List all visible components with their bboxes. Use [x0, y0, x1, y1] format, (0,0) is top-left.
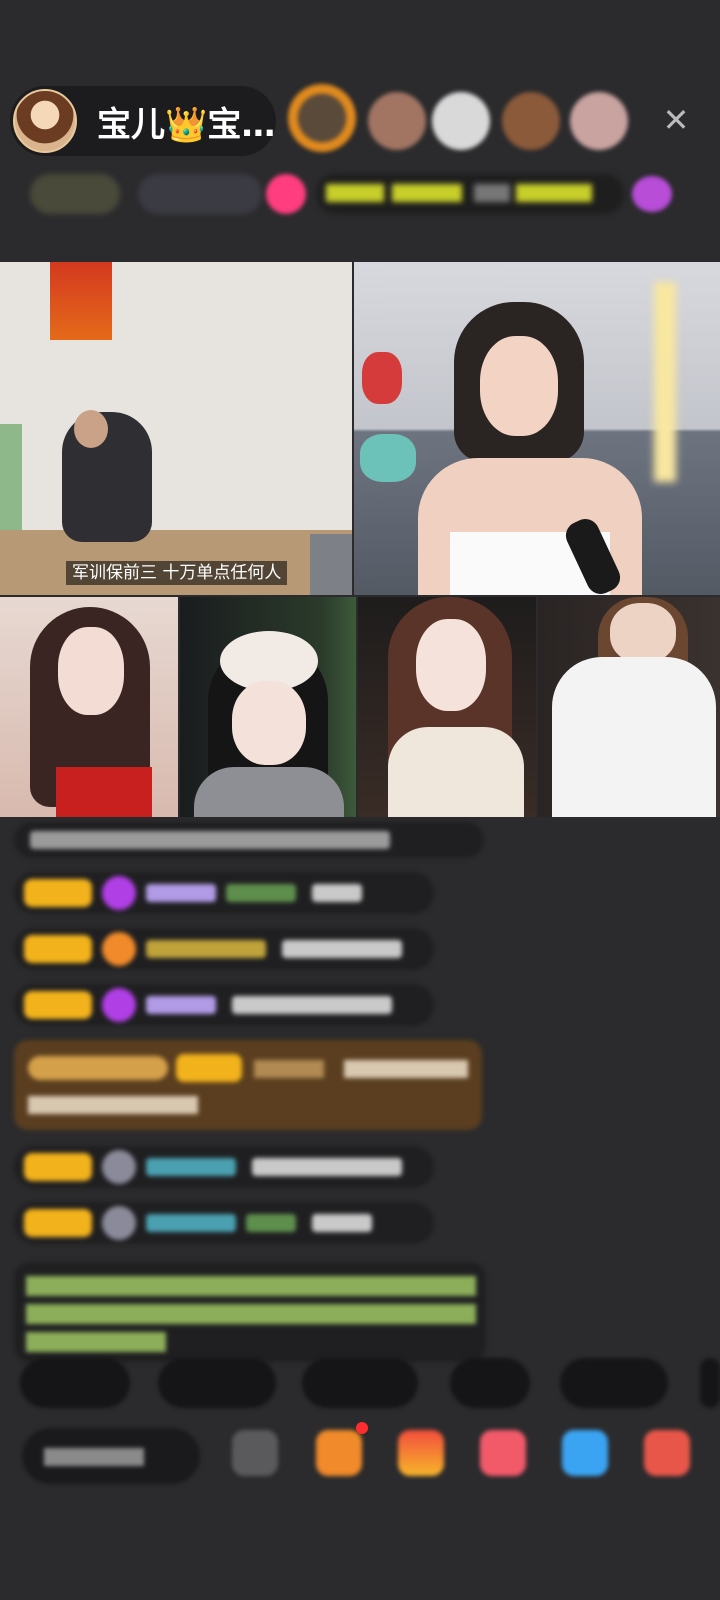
- activity-icon[interactable]: [632, 176, 672, 212]
- streamer-face: [58, 627, 124, 715]
- streamer-face: [232, 681, 306, 765]
- gem-icon: [102, 1206, 136, 1240]
- video-tile-guest-1[interactable]: [354, 262, 720, 595]
- chat-notice: [14, 1262, 486, 1362]
- streamer-head: [74, 410, 108, 448]
- comment-input[interactable]: [22, 1428, 200, 1484]
- game-icon[interactable]: [562, 1430, 608, 1476]
- rank-badge[interactable]: [138, 174, 262, 214]
- streamer-face: [416, 619, 486, 711]
- chat-text: [28, 1056, 168, 1080]
- close-icon[interactable]: ✕: [656, 100, 696, 140]
- viewer-avatar[interactable]: [288, 84, 356, 152]
- chat-username[interactable]: [146, 996, 216, 1014]
- notification-dot: [356, 1422, 368, 1434]
- streamer-top: [194, 767, 344, 817]
- fans-group-badge[interactable]: [30, 174, 120, 214]
- chat-username[interactable]: [146, 884, 216, 902]
- chat-message[interactable]: [14, 984, 434, 1026]
- activity-banner-text: [474, 184, 510, 202]
- red-envelope-icon[interactable]: [480, 1430, 526, 1476]
- host-name: 宝儿👑宝…: [97, 104, 276, 145]
- streamer-top: [388, 727, 524, 817]
- level-badge: [24, 1209, 92, 1237]
- quick-reply-button[interactable]: [302, 1358, 418, 1408]
- chat-system-message: [14, 822, 484, 858]
- level-badge: [24, 991, 92, 1019]
- chat-text: [232, 996, 392, 1014]
- gem-icon: [102, 988, 136, 1022]
- video-caption: 军训保前三 十万单点任何人: [66, 561, 288, 585]
- gem-icon: [102, 932, 136, 966]
- quick-reply-button[interactable]: [450, 1358, 530, 1408]
- level-badge: [24, 879, 92, 907]
- streamer-face: [480, 336, 558, 436]
- chat-username[interactable]: [226, 884, 296, 902]
- chat-text: [26, 1332, 166, 1352]
- streamer-face: [610, 603, 676, 663]
- chat-text: [344, 1060, 468, 1078]
- chat-message[interactable]: [14, 872, 434, 914]
- gift-icon[interactable]: [644, 1430, 690, 1476]
- gift-icon[interactable]: [266, 174, 306, 214]
- viewer-avatar[interactable]: [570, 92, 628, 150]
- plush-toy: [362, 352, 402, 404]
- window-light: [654, 282, 676, 482]
- avatar[interactable]: [13, 89, 77, 153]
- more-icon[interactable]: [232, 1430, 278, 1476]
- video-tile-main[interactable]: [0, 262, 352, 595]
- plush-toy: [360, 434, 416, 482]
- couch: [0, 424, 22, 534]
- video-tile-guest-3[interactable]: [180, 597, 356, 817]
- chat-gift-message[interactable]: [14, 1040, 482, 1130]
- activity-banner-text: [516, 184, 592, 202]
- video-tile-guest-5[interactable]: [538, 597, 720, 817]
- viewer-avatar[interactable]: [432, 92, 490, 150]
- chat-text: [312, 884, 362, 902]
- viewer-avatar[interactable]: [502, 92, 560, 150]
- level-badge: [24, 935, 92, 963]
- host-info-pill[interactable]: 宝儿👑宝…: [10, 86, 276, 156]
- streamer-top: [56, 767, 152, 817]
- chat-message[interactable]: [14, 1146, 434, 1188]
- video-tile-guest-2[interactable]: [0, 597, 178, 817]
- gift-box-icon[interactable]: [316, 1430, 362, 1476]
- chat-message[interactable]: [14, 1202, 434, 1244]
- viewer-avatar[interactable]: [368, 92, 426, 150]
- chat-username[interactable]: [246, 1214, 296, 1232]
- quick-reply-button[interactable]: [700, 1358, 720, 1408]
- chat-text: [30, 831, 390, 849]
- comment-placeholder: [44, 1448, 144, 1466]
- chat-message[interactable]: [14, 928, 434, 970]
- floor-object: [310, 534, 352, 595]
- activity-banner-text: [392, 184, 462, 202]
- chat-text: [28, 1096, 198, 1114]
- chat-text: [312, 1214, 372, 1232]
- level-badge: [24, 1153, 92, 1181]
- chat-username[interactable]: [254, 1060, 324, 1078]
- streamer-top: [552, 657, 716, 817]
- chat-username[interactable]: [146, 1158, 236, 1176]
- level-badge: [176, 1054, 242, 1082]
- gem-icon: [102, 1150, 136, 1184]
- chat-text: [282, 940, 402, 958]
- quick-reply-button[interactable]: [158, 1358, 276, 1408]
- activity-banner-text: [326, 184, 384, 202]
- quick-reply-button[interactable]: [20, 1358, 130, 1408]
- video-tile-guest-4[interactable]: [358, 597, 536, 817]
- gem-icon: [102, 876, 136, 910]
- chat-text: [26, 1304, 476, 1324]
- chat-text: [26, 1276, 476, 1296]
- chat-username[interactable]: [146, 940, 266, 958]
- chat-username[interactable]: [146, 1214, 236, 1232]
- wall-poster: [50, 262, 112, 340]
- chat-text: [252, 1158, 402, 1176]
- lottery-icon[interactable]: [398, 1430, 444, 1476]
- quick-reply-button[interactable]: [560, 1358, 668, 1408]
